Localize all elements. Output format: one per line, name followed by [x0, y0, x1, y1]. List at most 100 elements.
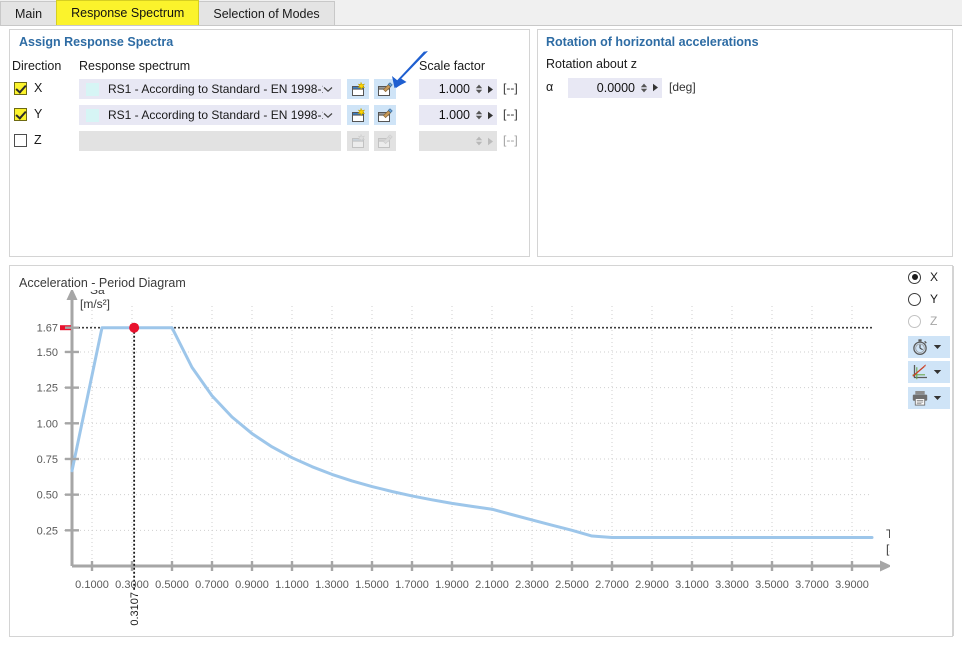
spectrum-value-x: RS1 - According to Standard - EN 1998-1 … — [108, 82, 323, 96]
svg-text:1.3000: 1.3000 — [315, 579, 349, 591]
color-swatch-y — [86, 108, 99, 122]
svg-text:1.67: 1.67 — [37, 323, 58, 335]
svg-text:3.7000: 3.7000 — [795, 579, 829, 591]
svg-text:1.1000: 1.1000 — [275, 579, 309, 591]
svg-text:1.50: 1.50 — [37, 347, 58, 359]
chart-gridlines — [64, 306, 872, 566]
chevron-down-icon-x[interactable] — [323, 86, 333, 93]
svg-text:0.1000: 0.1000 — [75, 579, 109, 591]
spinner-arrows-z — [475, 136, 483, 146]
stopwatch-icon — [908, 338, 932, 356]
chevron-down-icon-print[interactable] — [933, 395, 942, 401]
svg-text:0.7000: 0.7000 — [195, 579, 229, 591]
new-spectrum-button-z — [347, 131, 369, 151]
svg-text:1.00: 1.00 — [37, 418, 58, 430]
svg-text:0.9000: 0.9000 — [235, 579, 269, 591]
svg-text:[m/s²]: [m/s²] — [80, 297, 110, 311]
table-row-z: Z [--] — [0, 130, 521, 152]
svg-text:T: T — [886, 527, 890, 541]
checkbox-icon-z[interactable] — [14, 133, 27, 147]
svg-text:3.9000: 3.9000 — [835, 579, 869, 591]
chart-direction-radio-x[interactable]: X — [908, 270, 938, 284]
edit-spectrum-button-x[interactable] — [374, 79, 396, 99]
table-row-x: X RS1 - According to Standard - EN 1998-… — [0, 78, 521, 100]
svg-text:2.9000: 2.9000 — [635, 579, 669, 591]
chevron-down-icon-y[interactable] — [323, 112, 333, 119]
edit-spectrum-button-y[interactable] — [374, 105, 396, 125]
svg-text:0.50: 0.50 — [37, 490, 58, 502]
alpha-symbol-label: α — [546, 80, 554, 94]
spinner-arrows-y[interactable] — [475, 110, 483, 120]
chart-guide-lines — [62, 326, 872, 590]
rotation-panel-title: Rotation of horizontal accelerations — [546, 35, 759, 49]
scale-factor-input-x[interactable]: 1.000 — [419, 79, 497, 99]
spectrum-select-x[interactable]: RS1 - According to Standard - EN 1998-1 … — [79, 79, 341, 99]
spinner-arrows-x[interactable] — [475, 84, 483, 94]
new-spectrum-button-x[interactable] — [347, 79, 369, 99]
tab-main[interactable]: Main — [0, 1, 58, 25]
checkbox-icon-y[interactable] — [14, 107, 27, 121]
alpha-more-icon[interactable] — [652, 81, 659, 95]
stopwatch-tool-button[interactable] — [908, 336, 950, 358]
svg-text:0.5000: 0.5000 — [155, 579, 189, 591]
svg-text:Sa: Sa — [90, 290, 105, 297]
spectrum-value-y: RS1 - According to Standard - EN 1998-1 … — [108, 108, 323, 122]
graph-tool-button[interactable] — [908, 361, 950, 383]
column-header-scale-factor: Scale factor — [419, 59, 486, 73]
svg-text:0.3107: 0.3107 — [129, 592, 141, 626]
svg-text:0.3000: 0.3000 — [115, 579, 149, 591]
svg-text:3.1000: 3.1000 — [675, 579, 709, 591]
diagram-divider — [953, 266, 954, 636]
acceleration-period-chart: 0.25 0.50 0.75 1.00 1.25 1.50 1.67 0.1000 0.3000… — [37, 290, 890, 626]
table-row-y: Y RS1 - According to Standard - EN 1998-… — [0, 104, 521, 126]
svg-text:3.3000: 3.3000 — [715, 579, 749, 591]
svg-text:3.5000: 3.5000 — [755, 579, 789, 591]
svg-text:0.25: 0.25 — [37, 525, 58, 537]
scale-factor-more-icon-x[interactable] — [487, 85, 494, 94]
chart-direction-label-z: Z — [930, 314, 938, 328]
scale-factor-more-icon-z — [487, 137, 494, 146]
print-tool-button[interactable] — [908, 387, 950, 409]
svg-text:2.5000: 2.5000 — [555, 579, 589, 591]
alpha-input[interactable]: 0.0000 — [568, 78, 662, 98]
radio-icon-y[interactable] — [908, 292, 921, 306]
column-header-response-spectrum: Response spectrum — [79, 59, 191, 73]
svg-text:1.25: 1.25 — [37, 383, 58, 395]
svg-text:1.7000: 1.7000 — [395, 579, 429, 591]
scale-factor-value-y: 1.000 — [438, 108, 470, 122]
svg-text:0.75: 0.75 — [37, 454, 58, 466]
alpha-spinner-arrows[interactable] — [640, 83, 648, 93]
edit-spectrum-button-z — [374, 131, 396, 151]
new-spectrum-button-y[interactable] — [347, 105, 369, 125]
direction-label-x: X — [34, 81, 43, 95]
checkbox-icon-x[interactable] — [14, 81, 27, 95]
direction-checkbox-x[interactable]: X — [14, 81, 42, 95]
direction-checkbox-y[interactable]: Y — [14, 107, 42, 121]
alpha-value: 0.0000 — [596, 81, 635, 95]
chart-axes — [66, 290, 890, 572]
scale-factor-more-icon-y[interactable] — [487, 111, 494, 120]
graph-icon — [908, 363, 932, 381]
chevron-down-icon-graph[interactable] — [933, 369, 942, 375]
scale-factor-input-y[interactable]: 1.000 — [419, 105, 497, 125]
chevron-down-icon-stopwatch[interactable] — [933, 344, 942, 350]
svg-text:2.1000: 2.1000 — [475, 579, 509, 591]
tab-response-spectrum[interactable]: Response Spectrum — [56, 0, 200, 25]
chart-direction-radio-y[interactable]: Y — [908, 292, 938, 306]
svg-text:2.3000: 2.3000 — [515, 579, 549, 591]
direction-label-z: Z — [34, 133, 42, 147]
chart-direction-label-x: X — [930, 270, 939, 284]
radio-icon-x[interactable] — [908, 270, 921, 284]
chart-series-line — [70, 326, 874, 539]
chart-title: Acceleration - Period Diagram — [19, 276, 186, 290]
spectrum-select-z — [79, 131, 341, 151]
svg-text:[s]: [s] — [886, 542, 890, 556]
direction-label-y: Y — [34, 107, 43, 121]
color-swatch-x — [86, 82, 99, 96]
spectrum-select-y[interactable]: RS1 - According to Standard - EN 1998-1 … — [79, 105, 341, 125]
svg-text:1.9000: 1.9000 — [435, 579, 469, 591]
direction-checkbox-z[interactable]: Z — [14, 133, 42, 147]
svg-text:1.5000: 1.5000 — [355, 579, 389, 591]
tab-selection-of-modes[interactable]: Selection of Modes — [198, 1, 335, 25]
chart-direction-label-y: Y — [930, 292, 939, 306]
